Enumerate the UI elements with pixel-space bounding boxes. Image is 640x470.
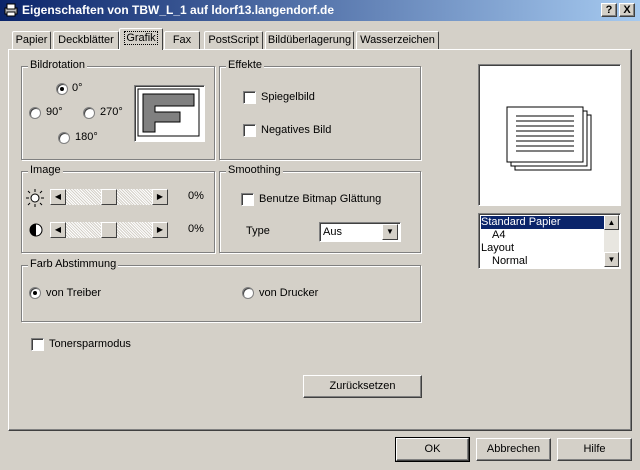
window-title: Eigenschaften von TBW_L_1 auf ldorf13.la… (22, 3, 335, 17)
smoothing-group-label: Smoothing (226, 164, 283, 176)
effects-group (219, 66, 421, 160)
title-bar[interactable]: Eigenschaften von TBW_L_1 auf ldorf13.la… (0, 0, 640, 21)
tab-papier[interactable]: Papier (12, 31, 51, 49)
rotation-preview-graphic (137, 88, 200, 137)
list-item[interactable]: Layout (481, 242, 605, 255)
help-titlebar-button[interactable]: ? (601, 3, 617, 17)
rotation-180-radio[interactable] (58, 132, 70, 144)
page-preview (478, 64, 621, 206)
scroll-down-arrow[interactable]: ▼ (604, 252, 619, 267)
contrast-left-arrow[interactable]: ◀ (50, 222, 66, 238)
tab-postscript[interactable]: PostScript (204, 31, 263, 49)
smoothing-type-value: Aus (323, 226, 342, 238)
rotation-90-radio[interactable] (29, 107, 41, 119)
scrollbar-track[interactable] (604, 230, 619, 252)
brightness-thumb[interactable] (101, 189, 117, 205)
printer-icon (4, 3, 18, 17)
rotation-180-label[interactable]: 180° (75, 131, 98, 143)
chevron-down-icon[interactable]: ▼ (382, 224, 398, 240)
color-printer-radio[interactable] (242, 287, 254, 299)
tab-label: Papier (15, 34, 48, 46)
rotation-preview (134, 85, 205, 142)
settings-summary-list[interactable]: Standard Papier A4 Layout Normal ▲ ▼ (478, 213, 621, 269)
color-driver-label[interactable]: von Treiber (46, 287, 101, 299)
rotation-0-radio[interactable] (56, 83, 68, 95)
mirror-checkbox[interactable] (243, 91, 256, 104)
brightness-icon (26, 189, 44, 207)
tab-label: Wasserzeichen (360, 34, 435, 46)
rotation-270-label[interactable]: 270° (100, 106, 123, 118)
brightness-value: 0% (188, 190, 204, 202)
brightness-left-arrow[interactable]: ◀ (50, 189, 66, 205)
rotation-90-label[interactable]: 90° (46, 106, 63, 118)
scroll-up-arrow[interactable]: ▲ (604, 215, 619, 230)
tab-deckblaetter[interactable]: Deckblätter (53, 31, 119, 49)
rotation-group-label: Bildrotation (28, 59, 88, 71)
contrast-thumb[interactable] (101, 222, 117, 238)
tab-label: Bildüberlagerung (267, 34, 352, 46)
contrast-slider[interactable]: ◀ ▶ (50, 222, 168, 238)
image-group-label: Image (28, 164, 63, 176)
tab-bildueberlagerung[interactable]: Bildüberlagerung (265, 31, 354, 49)
mirror-label[interactable]: Spiegelbild (261, 91, 315, 103)
tab-label: PostScript (208, 34, 259, 46)
tab-fax[interactable]: Fax (164, 31, 200, 49)
negative-checkbox[interactable] (243, 124, 256, 137)
page-preview-graphic (506, 106, 592, 171)
contrast-right-arrow[interactable]: ▶ (152, 222, 168, 238)
contrast-icon (29, 223, 43, 237)
ok-button[interactable]: OK (395, 437, 470, 462)
toner-save-checkbox[interactable] (31, 338, 44, 351)
rotation-270-radio[interactable] (83, 107, 95, 119)
smoothing-type-select[interactable]: Aus ▼ (319, 222, 401, 242)
tab-label: Deckblätter (58, 34, 114, 46)
color-driver-radio[interactable] (29, 287, 41, 299)
tab-label: Fax (172, 34, 192, 46)
tab-label: Grafik (124, 31, 158, 45)
tab-wasserzeichen[interactable]: Wasserzeichen (356, 31, 439, 49)
brightness-right-arrow[interactable]: ▶ (152, 189, 168, 205)
image-group (21, 171, 215, 253)
rotation-0-label[interactable]: 0° (72, 82, 83, 94)
bitmap-smoothing-checkbox[interactable] (241, 193, 254, 206)
color-matching-group-label: Farb Abstimmung (28, 258, 119, 270)
list-item[interactable]: Normal (481, 255, 605, 268)
reset-button[interactable]: Zurücksetzen (303, 375, 422, 398)
contrast-value: 0% (188, 223, 204, 235)
tab-grafik[interactable]: Grafik (119, 28, 163, 50)
effects-group-label: Effekte (226, 59, 265, 71)
help-button[interactable]: Hilfe (557, 438, 632, 461)
toner-save-label[interactable]: Tonersparmodus (49, 338, 131, 350)
close-button[interactable]: X (619, 3, 635, 17)
list-item[interactable]: Standard Papier (481, 216, 605, 229)
list-item[interactable]: A4 (481, 229, 605, 242)
brightness-slider[interactable]: ◀ ▶ (50, 189, 168, 205)
negative-label[interactable]: Negatives Bild (261, 124, 331, 136)
color-printer-label[interactable]: von Drucker (259, 287, 318, 299)
bitmap-smoothing-label[interactable]: Benutze Bitmap Glättung (259, 193, 381, 205)
smoothing-type-label: Type (246, 225, 270, 237)
cancel-button[interactable]: Abbrechen (476, 438, 551, 461)
